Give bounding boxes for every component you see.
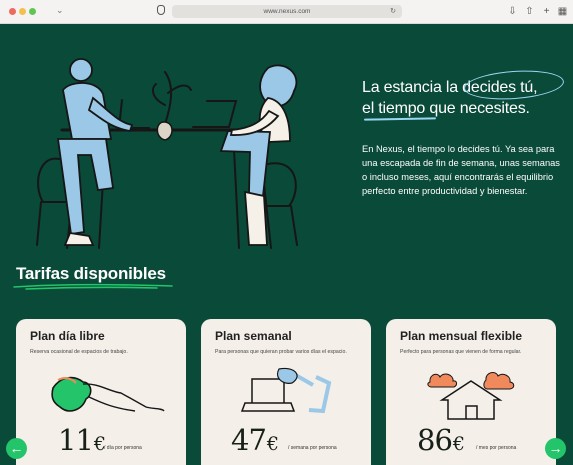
- price-unit: / día por persona: [104, 445, 142, 451]
- headline-underline: [363, 117, 437, 121]
- price-value: 86: [417, 423, 453, 457]
- arrow-right-icon: →: [548, 440, 563, 456]
- plan-card-weekly[interactable]: Plan semanal Para personas que quieran p…: [201, 319, 371, 465]
- plan-price: 11€: [58, 423, 106, 457]
- price-currency: €: [93, 433, 106, 455]
- laptop-lamp-icon: [240, 367, 332, 414]
- arrow-left-icon: ←: [9, 440, 24, 456]
- price-currency: €: [266, 433, 279, 455]
- address-bar[interactable]: www.nexus.com ↻: [172, 5, 402, 18]
- plan-price: 86€: [417, 423, 465, 457]
- coworking-illustration: [36, 58, 298, 249]
- carousel-next-button[interactable]: →: [545, 438, 566, 459]
- tab-overview-chevron-icon[interactable]: ⌄: [56, 5, 64, 16]
- title-brush-underline: [13, 283, 173, 290]
- url-text: www.nexus.com: [263, 8, 311, 15]
- landing-page: La estancia la decides tú, el tiempo que…: [0, 25, 573, 465]
- plan-description: Reserva ocasional de espacios de trabajo…: [30, 349, 128, 355]
- tab-grid-icon[interactable]: ▦: [557, 6, 568, 17]
- plan-price: 47€: [231, 423, 279, 457]
- section-title: Tarifas disponibles: [16, 264, 166, 283]
- headline-line-2: el tiempo que necesites.: [362, 100, 530, 117]
- price-currency: €: [452, 433, 465, 455]
- plan-title: Plan día libre: [30, 329, 105, 343]
- price-unit: / mes por persona: [476, 445, 517, 451]
- price-value: 47: [231, 423, 267, 457]
- plan-card-day[interactable]: Plan día libre Reserva ocasional de espa…: [16, 319, 186, 465]
- carousel-prev-button[interactable]: ←: [6, 438, 27, 459]
- price-unit: / semana por persona: [288, 445, 337, 451]
- price-value: 11: [58, 423, 94, 457]
- close-window-button[interactable]: [9, 8, 16, 15]
- plan-title: Plan semanal: [215, 329, 292, 343]
- download-icon[interactable]: ⇩: [507, 6, 518, 17]
- minimize-window-button[interactable]: [19, 8, 26, 15]
- zoom-window-button[interactable]: [29, 8, 36, 15]
- house-clouds-icon: [427, 372, 515, 420]
- plan-description: Perfecto para personas que vienen de for…: [400, 349, 522, 355]
- coffee-hand-icon: [51, 376, 165, 412]
- hero-headline: La estancia la decides tú, el tiempo que…: [362, 67, 567, 121]
- reload-icon[interactable]: ↻: [390, 5, 396, 18]
- plan-title: Plan mensual flexible: [400, 329, 523, 343]
- browser-toolbar: ⌄ www.nexus.com ↻ ⇩ ⇧ + ▦: [0, 0, 573, 24]
- plan-description: Para personas que quieran probar varios …: [215, 349, 347, 355]
- share-icon[interactable]: ⇧: [524, 6, 535, 17]
- plan-card-monthly[interactable]: Plan mensual flexible Perfecto para pers…: [386, 319, 556, 465]
- new-tab-icon[interactable]: +: [541, 6, 552, 17]
- privacy-shield-icon[interactable]: [157, 5, 165, 15]
- hero-intro-text: En Nexus, el tiempo lo decides tú. Ya se…: [362, 144, 560, 196]
